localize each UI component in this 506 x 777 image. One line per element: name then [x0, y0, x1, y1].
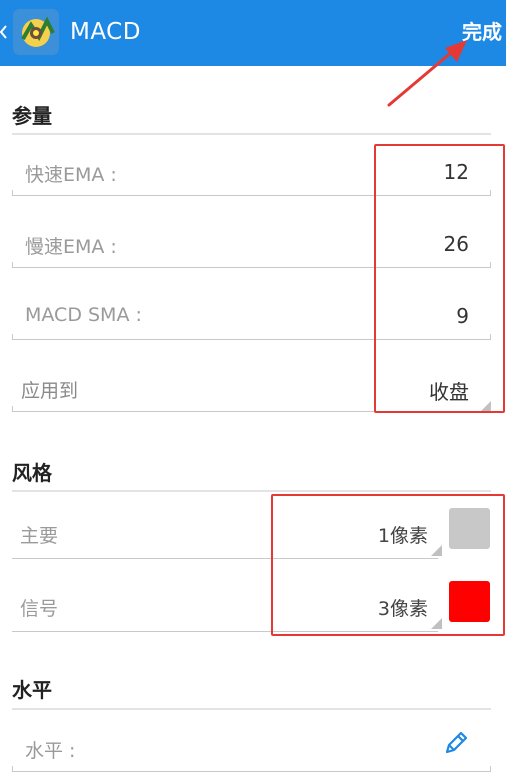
- style-section-title: 风格: [12, 461, 52, 485]
- signal-line-label: 信号: [20, 598, 59, 620]
- macd-sma-label: MACD SMA :: [25, 304, 142, 326]
- fast-ema-label: 快速EMA :: [25, 164, 117, 186]
- params-section-title: 参量: [12, 104, 52, 128]
- main-line-label: 主要: [20, 525, 59, 547]
- annotation-arrow-icon: [387, 40, 467, 107]
- annotation-box-params: [374, 144, 505, 413]
- levels-field[interactable]: 水平 :: [12, 718, 491, 774]
- section-divider: [12, 133, 491, 135]
- section-divider: [12, 490, 491, 492]
- levels-section-title: 水平: [12, 678, 52, 702]
- back-chevron-icon[interactable]: [0, 18, 8, 46]
- annotation-box-style: [271, 494, 505, 636]
- apply-to-label: 应用到: [21, 380, 79, 402]
- field-underline: [12, 766, 491, 772]
- metatrader-app-icon: [13, 9, 59, 55]
- slow-ema-label: 慢速EMA :: [25, 236, 117, 258]
- pencil-icon[interactable]: [441, 728, 471, 758]
- page-title: MACD: [70, 19, 141, 45]
- section-divider: [12, 708, 491, 710]
- levels-label: 水平 :: [25, 740, 76, 762]
